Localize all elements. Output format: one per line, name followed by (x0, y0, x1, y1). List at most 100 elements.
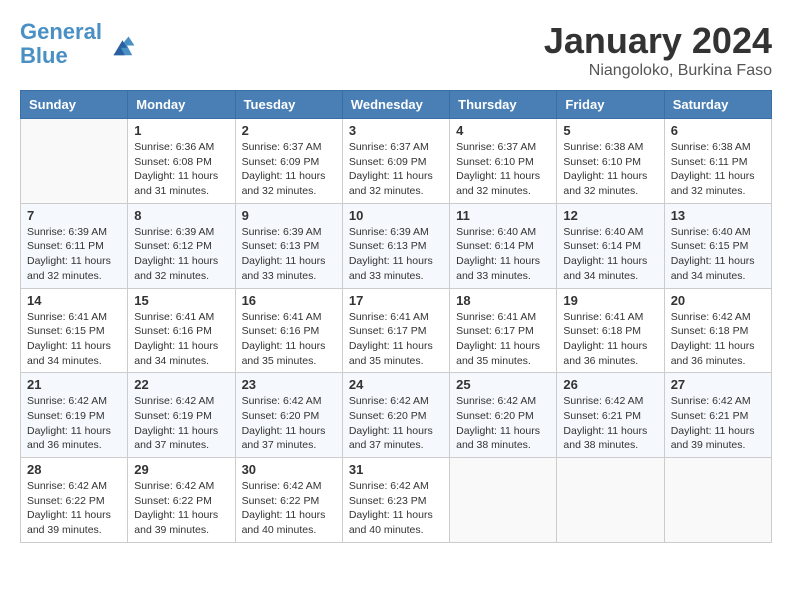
day-number: 10 (349, 208, 443, 223)
day-number: 21 (27, 377, 121, 392)
day-info: Sunrise: 6:42 AMSunset: 6:22 PMDaylight:… (27, 480, 111, 536)
day-info: Sunrise: 6:41 AMSunset: 6:18 PMDaylight:… (563, 311, 647, 367)
calendar-day-cell (557, 458, 664, 543)
day-number: 16 (242, 293, 336, 308)
calendar-day-cell: 6 Sunrise: 6:38 AMSunset: 6:11 PMDayligh… (664, 119, 771, 204)
calendar-day-cell: 11 Sunrise: 6:40 AMSunset: 6:14 PMDaylig… (450, 203, 557, 288)
day-number: 9 (242, 208, 336, 223)
day-number: 23 (242, 377, 336, 392)
day-info: Sunrise: 6:39 AMSunset: 6:12 PMDaylight:… (134, 226, 218, 282)
day-number: 4 (456, 123, 550, 138)
calendar-day-cell: 23 Sunrise: 6:42 AMSunset: 6:20 PMDaylig… (235, 373, 342, 458)
day-number: 27 (671, 377, 765, 392)
month-title: January 2024 (544, 20, 772, 62)
calendar-day-cell: 19 Sunrise: 6:41 AMSunset: 6:18 PMDaylig… (557, 288, 664, 373)
day-info: Sunrise: 6:42 AMSunset: 6:20 PMDaylight:… (456, 395, 540, 451)
day-info: Sunrise: 6:40 AMSunset: 6:15 PMDaylight:… (671, 226, 755, 282)
day-info: Sunrise: 6:42 AMSunset: 6:23 PMDaylight:… (349, 480, 433, 536)
day-info: Sunrise: 6:42 AMSunset: 6:18 PMDaylight:… (671, 311, 755, 367)
calendar-day-cell: 21 Sunrise: 6:42 AMSunset: 6:19 PMDaylig… (21, 373, 128, 458)
day-info: Sunrise: 6:37 AMSunset: 6:10 PMDaylight:… (456, 141, 540, 197)
day-info: Sunrise: 6:41 AMSunset: 6:17 PMDaylight:… (456, 311, 540, 367)
day-info: Sunrise: 6:39 AMSunset: 6:13 PMDaylight:… (242, 226, 326, 282)
calendar-day-cell: 17 Sunrise: 6:41 AMSunset: 6:17 PMDaylig… (342, 288, 449, 373)
day-info: Sunrise: 6:41 AMSunset: 6:16 PMDaylight:… (134, 311, 218, 367)
day-number: 13 (671, 208, 765, 223)
calendar-week-row: 1 Sunrise: 6:36 AMSunset: 6:08 PMDayligh… (21, 119, 772, 204)
day-info: Sunrise: 6:42 AMSunset: 6:20 PMDaylight:… (242, 395, 326, 451)
weekday-cell: Friday (557, 91, 664, 119)
day-number: 3 (349, 123, 443, 138)
day-number: 22 (134, 377, 228, 392)
calendar-table: SundayMondayTuesdayWednesdayThursdayFrid… (20, 90, 772, 543)
calendar-day-cell: 26 Sunrise: 6:42 AMSunset: 6:21 PMDaylig… (557, 373, 664, 458)
calendar-day-cell: 9 Sunrise: 6:39 AMSunset: 6:13 PMDayligh… (235, 203, 342, 288)
calendar-week-row: 7 Sunrise: 6:39 AMSunset: 6:11 PMDayligh… (21, 203, 772, 288)
calendar-day-cell (450, 458, 557, 543)
day-number: 30 (242, 462, 336, 477)
calendar-day-cell: 13 Sunrise: 6:40 AMSunset: 6:15 PMDaylig… (664, 203, 771, 288)
calendar-day-cell: 22 Sunrise: 6:42 AMSunset: 6:19 PMDaylig… (128, 373, 235, 458)
day-info: Sunrise: 6:42 AMSunset: 6:21 PMDaylight:… (563, 395, 647, 451)
calendar-day-cell: 18 Sunrise: 6:41 AMSunset: 6:17 PMDaylig… (450, 288, 557, 373)
calendar-day-cell: 4 Sunrise: 6:37 AMSunset: 6:10 PMDayligh… (450, 119, 557, 204)
day-number: 7 (27, 208, 121, 223)
calendar-day-cell: 27 Sunrise: 6:42 AMSunset: 6:21 PMDaylig… (664, 373, 771, 458)
day-info: Sunrise: 6:41 AMSunset: 6:16 PMDaylight:… (242, 311, 326, 367)
day-info: Sunrise: 6:38 AMSunset: 6:11 PMDaylight:… (671, 141, 755, 197)
day-info: Sunrise: 6:42 AMSunset: 6:22 PMDaylight:… (134, 480, 218, 536)
day-number: 5 (563, 123, 657, 138)
day-number: 11 (456, 208, 550, 223)
location: Niangoloko, Burkina Faso (544, 62, 772, 80)
calendar-day-cell: 24 Sunrise: 6:42 AMSunset: 6:20 PMDaylig… (342, 373, 449, 458)
day-number: 18 (456, 293, 550, 308)
calendar-week-row: 14 Sunrise: 6:41 AMSunset: 6:15 PMDaylig… (21, 288, 772, 373)
weekday-cell: Monday (128, 91, 235, 119)
logo: GeneralBlue (20, 20, 136, 68)
day-number: 29 (134, 462, 228, 477)
weekday-cell: Sunday (21, 91, 128, 119)
day-info: Sunrise: 6:40 AMSunset: 6:14 PMDaylight:… (456, 226, 540, 282)
day-number: 15 (134, 293, 228, 308)
day-number: 14 (27, 293, 121, 308)
calendar-body: 1 Sunrise: 6:36 AMSunset: 6:08 PMDayligh… (21, 119, 772, 543)
calendar-week-row: 21 Sunrise: 6:42 AMSunset: 6:19 PMDaylig… (21, 373, 772, 458)
calendar-day-cell: 14 Sunrise: 6:41 AMSunset: 6:15 PMDaylig… (21, 288, 128, 373)
calendar-day-cell: 10 Sunrise: 6:39 AMSunset: 6:13 PMDaylig… (342, 203, 449, 288)
weekday-cell: Saturday (664, 91, 771, 119)
day-number: 17 (349, 293, 443, 308)
weekday-cell: Wednesday (342, 91, 449, 119)
day-info: Sunrise: 6:42 AMSunset: 6:22 PMDaylight:… (242, 480, 326, 536)
day-info: Sunrise: 6:39 AMSunset: 6:11 PMDaylight:… (27, 226, 111, 282)
day-number: 8 (134, 208, 228, 223)
day-info: Sunrise: 6:37 AMSunset: 6:09 PMDaylight:… (349, 141, 433, 197)
day-number: 12 (563, 208, 657, 223)
calendar-day-cell: 12 Sunrise: 6:40 AMSunset: 6:14 PMDaylig… (557, 203, 664, 288)
calendar-day-cell: 7 Sunrise: 6:39 AMSunset: 6:11 PMDayligh… (21, 203, 128, 288)
calendar-day-cell (664, 458, 771, 543)
day-info: Sunrise: 6:41 AMSunset: 6:17 PMDaylight:… (349, 311, 433, 367)
day-info: Sunrise: 6:41 AMSunset: 6:15 PMDaylight:… (27, 311, 111, 367)
day-number: 2 (242, 123, 336, 138)
calendar-day-cell: 31 Sunrise: 6:42 AMSunset: 6:23 PMDaylig… (342, 458, 449, 543)
day-info: Sunrise: 6:37 AMSunset: 6:09 PMDaylight:… (242, 141, 326, 197)
calendar-day-cell: 20 Sunrise: 6:42 AMSunset: 6:18 PMDaylig… (664, 288, 771, 373)
day-number: 19 (563, 293, 657, 308)
day-number: 20 (671, 293, 765, 308)
calendar-day-cell: 8 Sunrise: 6:39 AMSunset: 6:12 PMDayligh… (128, 203, 235, 288)
calendar-day-cell: 28 Sunrise: 6:42 AMSunset: 6:22 PMDaylig… (21, 458, 128, 543)
day-info: Sunrise: 6:42 AMSunset: 6:20 PMDaylight:… (349, 395, 433, 451)
day-number: 31 (349, 462, 443, 477)
day-number: 24 (349, 377, 443, 392)
calendar-day-cell: 1 Sunrise: 6:36 AMSunset: 6:08 PMDayligh… (128, 119, 235, 204)
calendar-week-row: 28 Sunrise: 6:42 AMSunset: 6:22 PMDaylig… (21, 458, 772, 543)
day-number: 1 (134, 123, 228, 138)
logo-icon (106, 29, 136, 59)
day-info: Sunrise: 6:40 AMSunset: 6:14 PMDaylight:… (563, 226, 647, 282)
day-info: Sunrise: 6:36 AMSunset: 6:08 PMDaylight:… (134, 141, 218, 197)
day-number: 28 (27, 462, 121, 477)
day-info: Sunrise: 6:38 AMSunset: 6:10 PMDaylight:… (563, 141, 647, 197)
calendar-day-cell: 5 Sunrise: 6:38 AMSunset: 6:10 PMDayligh… (557, 119, 664, 204)
calendar-day-cell (21, 119, 128, 204)
calendar-day-cell: 15 Sunrise: 6:41 AMSunset: 6:16 PMDaylig… (128, 288, 235, 373)
